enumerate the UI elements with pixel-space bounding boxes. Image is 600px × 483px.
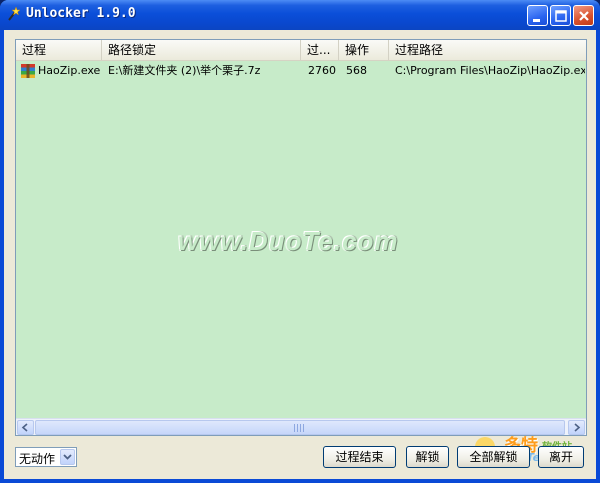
table-row[interactable]: HaoZip.exe E:\新建文件夹 (2)\举个栗子.7z 2760 568… (16, 62, 586, 80)
watermark-text: www.DuoTe.com (178, 226, 399, 256)
unlock-button[interactable]: 解锁 (406, 446, 449, 468)
chevron-down-icon (63, 454, 72, 460)
window-frame-bottom (0, 479, 600, 483)
row-pid: 2760 (308, 64, 336, 77)
window-frame-left (0, 30, 4, 483)
action-dropdown[interactable]: 无动作 (15, 447, 77, 467)
close-button[interactable] (573, 5, 594, 26)
column-header-pid[interactable]: 过... (301, 40, 339, 60)
minimize-icon (533, 19, 540, 22)
column-header-handle[interactable]: 操作 (339, 40, 389, 60)
close-icon (579, 11, 589, 21)
magic-wand-icon (8, 7, 20, 21)
row-process-name: HaoZip.exe (38, 64, 101, 77)
column-header-locked-path[interactable]: 路径锁定 (102, 40, 301, 60)
kill-process-button[interactable]: 过程结束 (323, 446, 396, 468)
dropdown-button[interactable] (60, 449, 75, 465)
title-bar[interactable]: Unlocker 1.9.0 (0, 0, 600, 30)
unlocker-window: Unlocker 1.9.0 过程 路径锁定 过... 操作 过程路径 HaoZ… (0, 0, 600, 483)
column-header-process[interactable]: 过程 (16, 40, 102, 60)
maximize-icon (555, 10, 567, 22)
column-header-process-path[interactable]: 过程路径 (389, 40, 586, 60)
quit-button[interactable]: 离开 (538, 446, 584, 468)
list-header: 过程 路径锁定 过... 操作 过程路径 (16, 40, 586, 61)
chevron-left-icon (21, 423, 28, 432)
action-dropdown-value: 无动作 (19, 452, 56, 466)
process-list[interactable]: 过程 路径锁定 过... 操作 过程路径 HaoZip.exe E:\新建文件夹… (15, 39, 587, 436)
scroll-left-button[interactable] (17, 420, 34, 435)
window-title: Unlocker 1.9.0 (26, 6, 136, 21)
window-frame-right (596, 30, 600, 483)
scroll-grip (294, 424, 306, 432)
maximize-button[interactable] (550, 5, 571, 26)
unlock-all-button[interactable]: 全部解锁 (457, 446, 530, 468)
haozip-archive-icon (21, 64, 35, 78)
row-process-path: C:\Program Files\HaoZip\HaoZip.exe (395, 64, 585, 77)
dialog-client-area: 过程 路径锁定 过... 操作 过程路径 HaoZip.exe E:\新建文件夹… (4, 30, 596, 479)
minimize-button[interactable] (527, 5, 548, 26)
row-locked-path: E:\新建文件夹 (2)\举个栗子.7z (108, 64, 261, 77)
row-handle: 568 (346, 64, 367, 77)
